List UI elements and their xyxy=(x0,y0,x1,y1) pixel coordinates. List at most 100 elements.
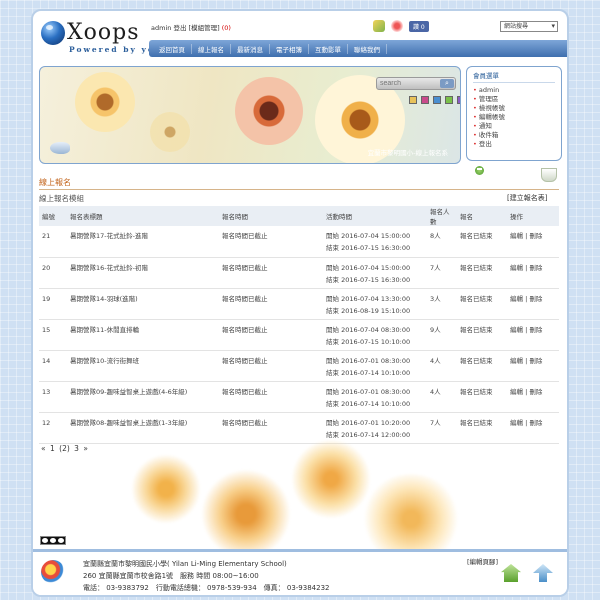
theme-swatch[interactable] xyxy=(421,96,429,104)
row-ops[interactable]: 編輯 | 刪除 xyxy=(507,226,559,258)
header: Xoops Powered by you admin 登出 [模組管理] (0)… xyxy=(33,11,567,69)
menu-item-inbox[interactable]: 收件箱 xyxy=(473,131,555,140)
row-reg-status: 報名時間已截止 xyxy=(219,350,323,382)
menu-item-view-account[interactable]: 檢視帳號 xyxy=(473,104,555,113)
collapse-icon[interactable] xyxy=(475,166,484,175)
row-id: 19 xyxy=(39,288,67,320)
theme-swatches xyxy=(409,96,460,104)
divider xyxy=(39,189,559,190)
back-to-top-icon[interactable] xyxy=(533,564,553,582)
menu-item-notifications[interactable]: 通知 xyxy=(473,122,555,131)
rss-icon[interactable] xyxy=(50,142,70,154)
row-start: 開始 2016-07-04 15:00:00 xyxy=(326,263,411,272)
pager-first[interactable]: « xyxy=(41,444,46,453)
row-title[interactable]: 暑期營隊09-趣味益智桌上遊戲(4-6年級) xyxy=(67,381,219,413)
row-count: 4人 xyxy=(427,350,457,382)
facebook-like-button[interactable]: 讚 0 xyxy=(409,20,429,32)
page: Xoops Powered by you admin 登出 [模組管理] (0)… xyxy=(31,9,569,597)
footer-school: 宜蘭縣宜蘭市黎明國民小學( Yilan Li-Ming Elementary S… xyxy=(83,560,287,568)
col-id: 編號 xyxy=(39,206,67,226)
nav-home[interactable]: 返回首頁 xyxy=(153,43,192,54)
row-start: 開始 2016-07-01 08:30:00 xyxy=(326,356,411,365)
row-ops[interactable]: 編輯 | 刪除 xyxy=(507,319,559,351)
row-title[interactable]: 暑期營隊14-羽球(進階) xyxy=(67,288,219,320)
theme-swatch[interactable] xyxy=(433,96,441,104)
col-event-time: 活動時間 xyxy=(323,206,427,226)
footer: 宜蘭縣宜蘭市黎明國民小學( Yilan Li-Ming Elementary S… xyxy=(33,549,567,595)
search-input[interactable] xyxy=(380,79,438,88)
banner-caption: 宜蘭市黎明國小-線上報名系 xyxy=(367,149,448,157)
row-count: 8人 xyxy=(427,226,457,258)
home-icon[interactable] xyxy=(501,564,521,582)
row-start: 開始 2016-07-01 08:30:00 xyxy=(326,387,411,396)
pager-page[interactable]: 3 xyxy=(74,444,79,453)
row-status: 報名已結束 xyxy=(457,350,507,382)
theme-swatch[interactable] xyxy=(409,96,417,104)
row-reg-status: 報名時間已截止 xyxy=(219,257,323,289)
tool-icon[interactable] xyxy=(373,20,385,32)
username: admin xyxy=(151,24,172,32)
nav-signup[interactable]: 線上報名 xyxy=(192,43,231,54)
row-ops[interactable]: 編輯 | 刪除 xyxy=(507,350,559,382)
pager-page[interactable]: 1 xyxy=(50,444,55,453)
row-title[interactable]: 暑期營隊17-花式扯鈴-進階 xyxy=(67,226,219,258)
footer-address: 260 宜蘭縣宜蘭市校舍路1號 服務 時間 08:00~16:00 xyxy=(83,572,259,580)
pager-last[interactable]: » xyxy=(83,444,88,453)
row-start: 開始 2016-07-04 15:00:00 xyxy=(326,232,411,240)
row-title[interactable]: 暑期營隊16-花式扯鈴-初階 xyxy=(67,257,219,289)
message-count[interactable]: (0) xyxy=(222,24,231,32)
member-menu-title: 會員選單 xyxy=(473,70,555,83)
theme-swatch[interactable] xyxy=(445,96,453,104)
main-nav: 返回首頁 線上報名 最新消息 電子相簿 互動影單 聯絡我們 xyxy=(149,40,567,57)
admin-link[interactable]: [模組管理] xyxy=(189,24,220,32)
site-logo[interactable]: Xoops xyxy=(41,21,140,45)
row-count: 3人 xyxy=(427,288,457,320)
row-status: 報名已結束 xyxy=(457,288,507,320)
row-count: 4人 xyxy=(427,381,457,413)
row-ops[interactable]: 編輯 | 刪除 xyxy=(507,381,559,413)
site-search-select[interactable]: 網站搜尋 xyxy=(500,21,558,32)
row-title[interactable]: 暑期營隊10-流行街舞班 xyxy=(67,350,219,382)
row-ops[interactable]: 編輯 | 刪除 xyxy=(507,288,559,320)
menu-item-admin[interactable]: admin xyxy=(473,86,555,95)
menu-item-edit-account[interactable]: 編輯帳號 xyxy=(473,113,555,122)
nav-videos[interactable]: 互動影單 xyxy=(309,43,348,54)
row-start: 開始 2016-07-01 10:20:00 xyxy=(326,418,411,427)
row-ops[interactable]: 編輯 | 刪除 xyxy=(507,412,559,444)
table-row: 19 暑期營隊14-羽球(進階) 報名時間已截止 開始 2016-07-04 1… xyxy=(39,288,559,320)
table-row: 15 暑期營隊11-休閒直排輪 報名時間已截止 開始 2016-07-04 08… xyxy=(39,319,559,351)
row-title[interactable]: 暑期營隊11-休閒直排輪 xyxy=(67,319,219,351)
decoration-blob xyxy=(131,454,201,524)
create-form-link[interactable]: [建立報名表] xyxy=(507,193,547,203)
row-ops[interactable]: 編輯 | 刪除 xyxy=(507,257,559,289)
banner-flower xyxy=(235,77,303,145)
member-menu: 會員選單 admin 管理區 檢視帳號 編輯帳號 通知 收件箱 登出 xyxy=(466,66,562,161)
decoration-blob xyxy=(291,439,371,519)
row-start: 開始 2016-07-04 08:30:00 xyxy=(326,325,411,334)
user-bar: admin 登出 [模組管理] (0) xyxy=(151,22,231,32)
logo-globe-icon xyxy=(41,21,65,45)
row-end: 結束 2016-07-15 16:30:00 xyxy=(326,275,411,284)
teacup-icon xyxy=(541,168,557,182)
row-status: 報名已結束 xyxy=(457,257,507,289)
table-row: 21 暑期營隊17-花式扯鈴-進階 報名時間已截止 開始 2016-07-04 … xyxy=(39,226,559,258)
row-end: 結束 2016-07-14 10:10:00 xyxy=(326,368,411,377)
logout-link[interactable]: 登出 xyxy=(173,24,186,32)
row-reg-status: 報名時間已截止 xyxy=(219,381,323,413)
creative-commons-badge[interactable] xyxy=(40,536,66,545)
logo-text: Xoops xyxy=(67,20,140,45)
row-id: 20 xyxy=(39,257,67,289)
footer-text: 宜蘭縣宜蘭市黎明國民小學( Yilan Li-Ming Elementary S… xyxy=(83,558,329,594)
nav-news[interactable]: 最新消息 xyxy=(231,43,270,54)
target-icon[interactable] xyxy=(391,20,403,32)
row-id: 12 xyxy=(39,412,67,444)
search-icon[interactable]: ⌕ xyxy=(440,79,454,88)
edit-footer-link[interactable]: [編輯頁腳] xyxy=(467,556,498,566)
nav-contact[interactable]: 聯絡我們 xyxy=(348,43,387,54)
menu-item-logout[interactable]: 登出 xyxy=(473,140,555,149)
theme-swatch[interactable] xyxy=(457,96,460,104)
row-event-time: 開始 2016-07-04 08:30:00 結束 2016-07-15 10:1… xyxy=(323,319,427,351)
row-end: 結束 2016-07-14 10:10:00 xyxy=(326,399,411,408)
nav-album[interactable]: 電子相簿 xyxy=(270,43,309,54)
menu-item-admin-area[interactable]: 管理區 xyxy=(473,95,555,104)
